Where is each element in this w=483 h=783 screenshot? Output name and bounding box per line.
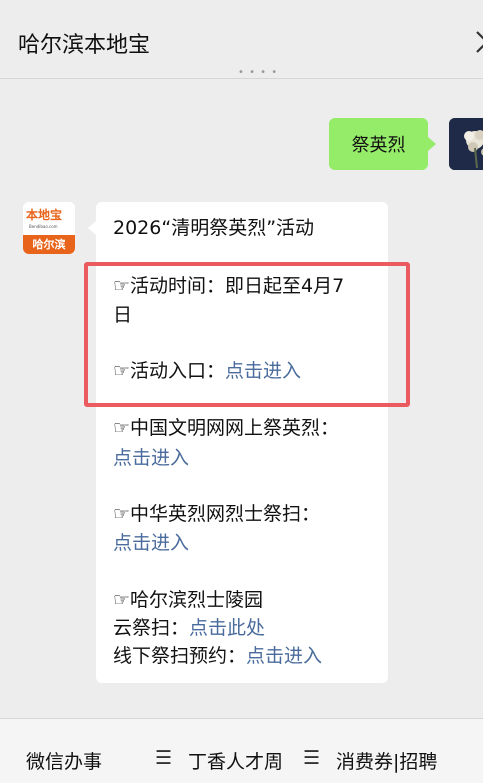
highlight-box — [84, 262, 410, 407]
user-avatar[interactable] — [449, 118, 483, 170]
menu-item-wechat-service[interactable]: 微信办事 — [26, 747, 102, 774]
loading-dots-icon: • • • • — [238, 67, 279, 78]
wenming-label: ☞中国文明网网上祭英烈： — [113, 417, 340, 439]
menu-item-coupon-jobs[interactable]: 消费券|招聘 — [336, 747, 437, 774]
bottom-menu: 微信办事 ☰ 丁香人才周 ☰ 消费券|招聘 — [0, 718, 483, 783]
bubble-tail — [88, 221, 96, 235]
cloud-sweep-link[interactable]: 点击此处 — [189, 617, 265, 639]
user-message-text: 祭英烈 — [351, 135, 406, 156]
zhonghua-label: ☞中华英烈网烈士祭扫： — [113, 503, 321, 525]
chat-title: 哈尔滨本地宝 — [18, 33, 151, 58]
menu-icon: ☰ — [155, 747, 173, 769]
flower-icon — [449, 118, 483, 170]
chat-header: 哈尔滨本地宝 • • • • — [0, 0, 483, 79]
bot-avatar-city: 哈尔滨 — [23, 235, 75, 254]
user-message-bubble[interactable]: 祭英烈 — [329, 118, 436, 170]
cloud-sweep-label: 云祭扫： — [113, 617, 190, 639]
offline-booking-link[interactable]: 点击进入 — [246, 645, 322, 667]
bot-avatar-sub: Bendibao.com — [29, 224, 58, 229]
chevron-right-icon[interactable] — [475, 30, 483, 60]
cloud-sweep: 云祭扫：点击此处 — [113, 614, 265, 642]
offline-booking-label: 线下祭扫预约： — [113, 645, 247, 667]
bot-avatar-logo: 本地宝 — [26, 208, 63, 222]
bot-avatar[interactable]: 本地宝 Bendibao.com 哈尔滨 — [23, 202, 75, 254]
offline-booking: 线下祭扫预约：点击进入 — [113, 642, 322, 670]
wenming-link[interactable]: 点击进入 — [113, 444, 189, 472]
bubble-tail — [428, 137, 436, 151]
menu-icon: ☰ — [303, 747, 321, 769]
harbin-cemetery-label: ☞哈尔滨烈士陵园 — [113, 589, 264, 611]
zhonghua-link[interactable]: 点击进入 — [113, 529, 189, 557]
menu-item-talent-week[interactable]: 丁香人才周 — [188, 747, 283, 774]
message-title: 2026“清明祭英烈”活动 — [113, 217, 315, 239]
